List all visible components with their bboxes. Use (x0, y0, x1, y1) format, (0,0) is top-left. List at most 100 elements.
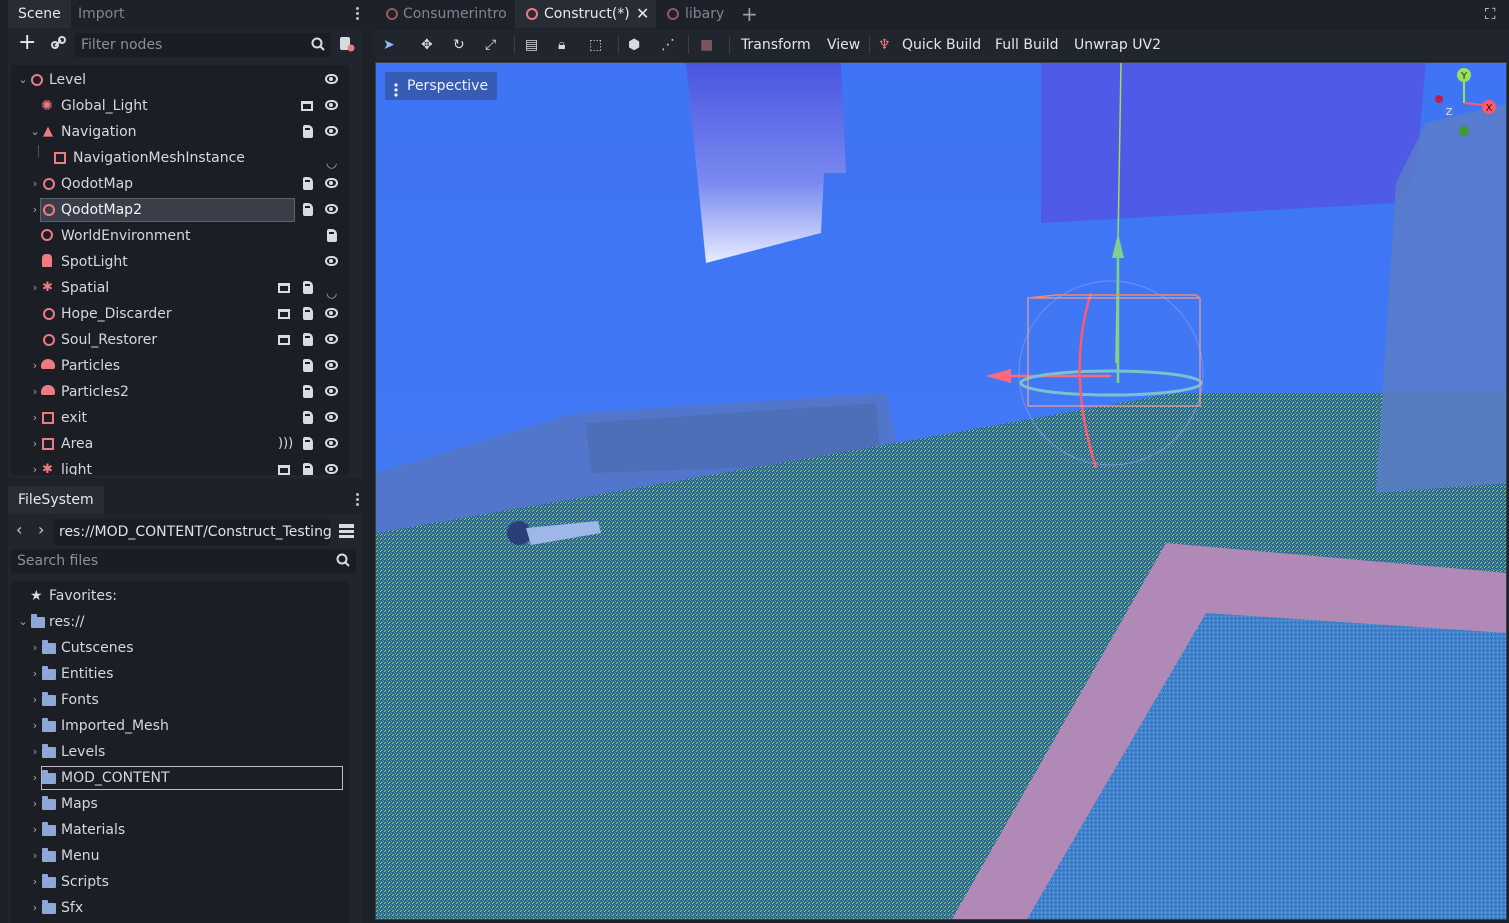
visibility-eye-icon[interactable] (325, 360, 338, 370)
visibility-eye-icon[interactable] (325, 256, 338, 266)
expand-arrow-icon[interactable]: › (30, 171, 40, 197)
tree-row-light[interactable]: › ✱ light (11, 457, 349, 475)
path-field[interactable]: res://MOD_CONTENT/Construct_Testing (53, 519, 332, 545)
expand-arrow-icon[interactable]: › (30, 353, 40, 379)
folder-row-mod-content[interactable]: › MOD_CONTENT (11, 765, 349, 791)
expand-arrow-icon[interactable]: › (30, 275, 40, 301)
script-icon[interactable] (303, 411, 313, 424)
scene-tab-consumerintro[interactable]: Consumerintro (375, 0, 514, 28)
expand-arrow-icon[interactable]: › (30, 379, 40, 405)
visibility-eye-icon[interactable] (325, 464, 338, 474)
visibility-eye-icon[interactable] (325, 100, 338, 110)
folder-row-cutscenes[interactable]: › Cutscenes (11, 635, 349, 661)
quick-build-button[interactable]: Quick Build (902, 30, 981, 60)
tree-row-exit[interactable]: › exit (11, 405, 349, 431)
script-icon[interactable] (303, 125, 313, 138)
visibility-eye-icon[interactable] (325, 74, 338, 84)
rotate-tool-icon[interactable]: ↻ (453, 36, 465, 54)
expand-arrow-icon[interactable]: › (30, 791, 40, 817)
folder-row-entities[interactable]: › Entities (11, 661, 349, 687)
add-node-icon[interactable]: + (18, 32, 36, 54)
script-icon[interactable] (303, 307, 313, 320)
visibility-eye-icon[interactable] (325, 178, 338, 188)
search-files-input[interactable]: Search files (11, 549, 356, 573)
3d-viewport[interactable]: Y X Z Perspective (375, 62, 1507, 920)
expand-arrow-icon[interactable]: › (30, 635, 40, 661)
expand-arrow-icon[interactable]: › (30, 687, 40, 713)
tree-row-soul-restorer[interactable]: Soul_Restorer (11, 327, 349, 353)
script-filter-icon[interactable] (339, 36, 355, 52)
tree-row-spatial[interactable]: › ✱ Spatial ◡ (11, 275, 349, 301)
move-tool-icon[interactable]: ✥ (421, 36, 433, 54)
folder-row-sfx[interactable]: › Sfx (11, 895, 349, 921)
unwrap-uv2-button[interactable]: Unwrap UV2 (1074, 30, 1161, 60)
folder-row-scripts[interactable]: › Scripts (11, 869, 349, 895)
expand-arrow-icon[interactable]: › (30, 817, 40, 843)
camera-icon[interactable]: ■ (700, 36, 713, 54)
folder-row-materials[interactable]: › Materials (11, 817, 349, 843)
scene-dock-menu-icon[interactable] (354, 6, 360, 22)
tree-row-navigation[interactable]: ⌄ ▲ Navigation (11, 119, 349, 145)
view-menu[interactable]: View (827, 30, 860, 60)
split-view-icon[interactable] (339, 524, 354, 538)
expand-arrow-icon[interactable]: › (30, 431, 40, 457)
snap-icon[interactable]: ⋰ (661, 36, 675, 54)
signal-icon[interactable]: ))) (278, 431, 293, 457)
instance-scene-icon[interactable] (278, 335, 290, 345)
visibility-eye-icon[interactable] (325, 386, 338, 396)
tree-row-spotlight[interactable]: SpotLight (11, 249, 349, 275)
instance-scene-icon[interactable] (301, 101, 313, 111)
folder-row-maps[interactable]: › Maps (11, 791, 349, 817)
expand-arrow-icon[interactable]: › (30, 457, 40, 475)
script-icon[interactable] (303, 359, 313, 372)
back-arrow-icon[interactable]: ‹ (16, 520, 22, 539)
instance-scene-icon[interactable] (278, 309, 290, 319)
visibility-eye-icon[interactable] (325, 438, 338, 448)
expand-arrow-icon[interactable]: › (30, 739, 40, 765)
tree-row-global-light[interactable]: ✺ Global_Light (11, 93, 349, 119)
tree-row-worldenvironment[interactable]: WorldEnvironment (11, 223, 349, 249)
tree-row-hope-discarder[interactable]: Hope_Discarder (11, 301, 349, 327)
tree-row-area[interactable]: › Area ))) (11, 431, 349, 457)
scene-tab-construct[interactable]: Construct(*) ✕ (515, 0, 656, 28)
expand-arrow-icon[interactable]: › (30, 895, 40, 921)
visibility-eye-icon[interactable] (325, 204, 338, 214)
tree-row-particles2[interactable]: › Particles2 (11, 379, 349, 405)
select-tool-icon[interactable]: ➤ (383, 36, 395, 54)
instance-scene-icon[interactable] (278, 283, 290, 293)
tab-scene[interactable]: Scene (8, 0, 71, 28)
instance-scene-icon[interactable] (278, 465, 290, 475)
local-space-icon[interactable]: ⬢ (628, 36, 640, 54)
scene-tab-libary[interactable]: libary (657, 0, 737, 28)
collapse-arrow-icon[interactable]: ⌄ (30, 119, 40, 145)
res-root-row[interactable]: ⌄ res:// (11, 609, 349, 635)
tree-row-qodotmap2[interactable]: › QodotMap2 (11, 197, 349, 223)
forward-arrow-icon[interactable]: › (38, 520, 44, 539)
close-tab-icon[interactable]: ✕ (636, 0, 649, 28)
filesystem-dock-menu-icon[interactable] (354, 492, 360, 508)
tab-filesystem[interactable]: FileSystem (8, 486, 104, 514)
fullscreen-icon[interactable]: ⛶ (1485, 5, 1496, 23)
tree-row-navmesh[interactable]: NavigationMeshInstance ◡ (11, 145, 349, 171)
full-build-button[interactable]: Full Build (995, 30, 1059, 60)
script-icon[interactable] (303, 281, 313, 294)
file-tree[interactable]: ★ Favorites: ⌄ res:// › Cutscenes › Entitie… (11, 581, 349, 923)
add-tab-icon[interactable]: + (741, 2, 758, 26)
lock-icon[interactable]: 🔒︎ (558, 36, 565, 54)
script-icon[interactable] (303, 177, 313, 190)
list-select-icon[interactable]: ▤ (525, 36, 538, 54)
group-icon[interactable]: ⬚ (589, 36, 602, 54)
folder-row-menu[interactable]: › Menu (11, 843, 349, 869)
tree-row-particles[interactable]: › Particles (11, 353, 349, 379)
collapse-arrow-icon[interactable]: ⌄ (18, 67, 28, 93)
filter-nodes-input[interactable]: Filter nodes (75, 33, 331, 57)
visibility-eye-icon[interactable] (325, 412, 338, 422)
collapse-arrow-icon[interactable]: ⌄ (18, 609, 28, 635)
tree-row-qodotmap[interactable]: › QodotMap (11, 171, 349, 197)
expand-arrow-icon[interactable]: › (30, 405, 40, 431)
expand-arrow-icon[interactable]: › (30, 197, 40, 223)
scene-tree[interactable]: ⌄ Level ✺ Global_Light ⌄ ▲ Navigation Na… (11, 65, 349, 475)
expand-arrow-icon[interactable]: › (30, 869, 40, 895)
script-icon[interactable] (303, 333, 313, 346)
visibility-eye-icon[interactable] (325, 334, 338, 344)
